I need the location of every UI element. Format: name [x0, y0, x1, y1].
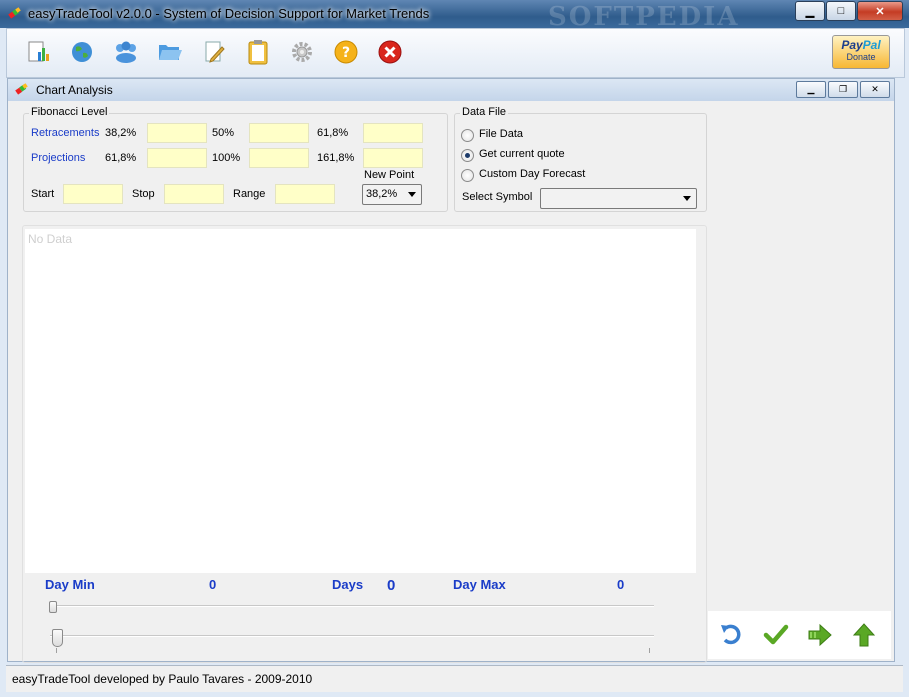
radio-file-data[interactable]: [461, 129, 474, 142]
data-file-group: Data File File Data Get current quote Cu…: [454, 106, 707, 212]
report-chart-icon[interactable]: [25, 39, 51, 65]
range-field[interactable]: [275, 184, 335, 204]
exit-icon[interactable]: [377, 39, 403, 65]
retracement-field-2[interactable]: [249, 123, 309, 143]
projection-field-2[interactable]: [249, 148, 309, 168]
projection-level-2: 100%: [212, 152, 241, 164]
toolbar: ? PayPal Donate: [6, 28, 905, 78]
projections-label: Projections: [31, 152, 86, 164]
clipboard-icon[interactable]: [245, 39, 271, 65]
child-close-button[interactable]: ✕: [860, 81, 890, 98]
retracement-field-1[interactable]: [147, 123, 207, 143]
slider-tick: [56, 648, 57, 653]
window-title: easyTradeTool v2.0.0 - System of Decisio…: [28, 6, 430, 21]
new-point-dropdown[interactable]: 38,2%: [362, 184, 422, 205]
donate-label: Donate: [846, 52, 876, 62]
symbol-dropdown[interactable]: [540, 188, 697, 209]
day-min-label: Day Min: [45, 577, 95, 592]
radio-current-quote-label[interactable]: Get current quote: [479, 148, 565, 160]
status-text: easyTradeTool developed by Paulo Tavares…: [12, 672, 313, 686]
day-max-value: 0: [617, 577, 625, 592]
child-title-bar[interactable]: Chart Analysis ▁ ❐ ✕: [8, 79, 894, 101]
data-file-group-label: Data File: [460, 106, 509, 118]
confirm-check-icon[interactable]: [762, 621, 790, 649]
projection-level-1: 61,8%: [105, 152, 137, 164]
action-panel: [708, 611, 891, 659]
no-data-label: No Data: [28, 232, 73, 246]
slider-tick: [649, 648, 650, 653]
next-arrow-icon[interactable]: [806, 621, 834, 649]
retracement-level-3: 61,8%: [317, 127, 349, 139]
maximize-button[interactable]: □: [826, 1, 856, 21]
radio-file-data-label[interactable]: File Data: [479, 128, 523, 140]
new-point-value: 38,2%: [366, 188, 398, 200]
chart-plot-area[interactable]: No Data: [25, 229, 696, 573]
day-max-slider-thumb[interactable]: [52, 629, 63, 647]
day-max-slider-track[interactable]: [50, 635, 654, 637]
settings-gear-icon[interactable]: [289, 39, 315, 65]
retracement-field-3[interactable]: [363, 123, 423, 143]
radio-current-quote[interactable]: [461, 149, 474, 162]
fibonacci-group: Fibonacci Level Retracements 38,2% 50% 6…: [23, 106, 448, 212]
title-bar[interactable]: easyTradeTool v2.0.0 - System of Decisio…: [0, 0, 909, 32]
close-button[interactable]: ✕: [857, 1, 903, 21]
paypal-brand-pay: Pay: [841, 38, 863, 52]
child-restore-button[interactable]: ❐: [828, 81, 858, 98]
edit-document-icon[interactable]: [201, 39, 227, 65]
range-label: Range: [233, 188, 266, 200]
undo-icon[interactable]: [718, 621, 746, 649]
users-group-icon[interactable]: [113, 39, 139, 65]
start-label: Start: [31, 188, 55, 200]
radio-custom-forecast[interactable]: [461, 169, 474, 182]
stop-label: Stop: [132, 188, 155, 200]
up-arrow-icon[interactable]: [850, 621, 878, 649]
svg-text:?: ?: [342, 45, 350, 61]
main-window: easyTradeTool v2.0.0 - System of Decisio…: [0, 0, 909, 697]
radio-custom-forecast-label[interactable]: Custom Day Forecast: [479, 168, 585, 180]
days-value: 0: [387, 577, 396, 594]
new-point-label: New Point: [364, 169, 415, 181]
retracement-level-1: 38,2%: [105, 127, 137, 139]
day-min-slider-thumb[interactable]: [49, 601, 57, 613]
paypal-donate-button[interactable]: PayPal Donate: [832, 35, 890, 69]
child-window-title: Chart Analysis: [36, 83, 113, 97]
select-symbol-label: Select Symbol: [462, 191, 533, 203]
day-min-value: 0: [209, 577, 217, 592]
projection-level-3: 161,8%: [317, 152, 355, 164]
child-minimize-button[interactable]: ▁: [796, 81, 826, 98]
globe-icon[interactable]: [69, 39, 95, 65]
help-icon[interactable]: ?: [333, 39, 359, 65]
stop-field[interactable]: [164, 184, 224, 204]
start-field[interactable]: [63, 184, 123, 204]
day-max-label: Day Max: [453, 577, 506, 592]
status-bar: easyTradeTool developed by Paulo Tavares…: [6, 665, 903, 692]
projection-field-1[interactable]: [147, 148, 207, 168]
chevron-down-icon: [683, 196, 691, 201]
paypal-brand-pal: Pal: [862, 38, 881, 52]
chevron-down-icon: [408, 192, 416, 197]
open-folder-icon[interactable]: [157, 39, 183, 65]
app-logo-icon: [8, 7, 21, 19]
projection-field-3[interactable]: [363, 148, 423, 168]
retracements-label: Retracements: [31, 127, 100, 139]
day-min-slider-track[interactable]: [50, 605, 654, 607]
retracement-level-2: 50%: [212, 127, 235, 139]
chart-analysis-window: Chart Analysis ▁ ❐ ✕ Fibonacci Level Ret…: [7, 78, 895, 663]
app-logo-icon: [15, 83, 28, 95]
fibonacci-group-label: Fibonacci Level: [29, 106, 110, 118]
days-label: Days: [332, 577, 364, 592]
minimize-button[interactable]: ▁: [795, 1, 825, 21]
